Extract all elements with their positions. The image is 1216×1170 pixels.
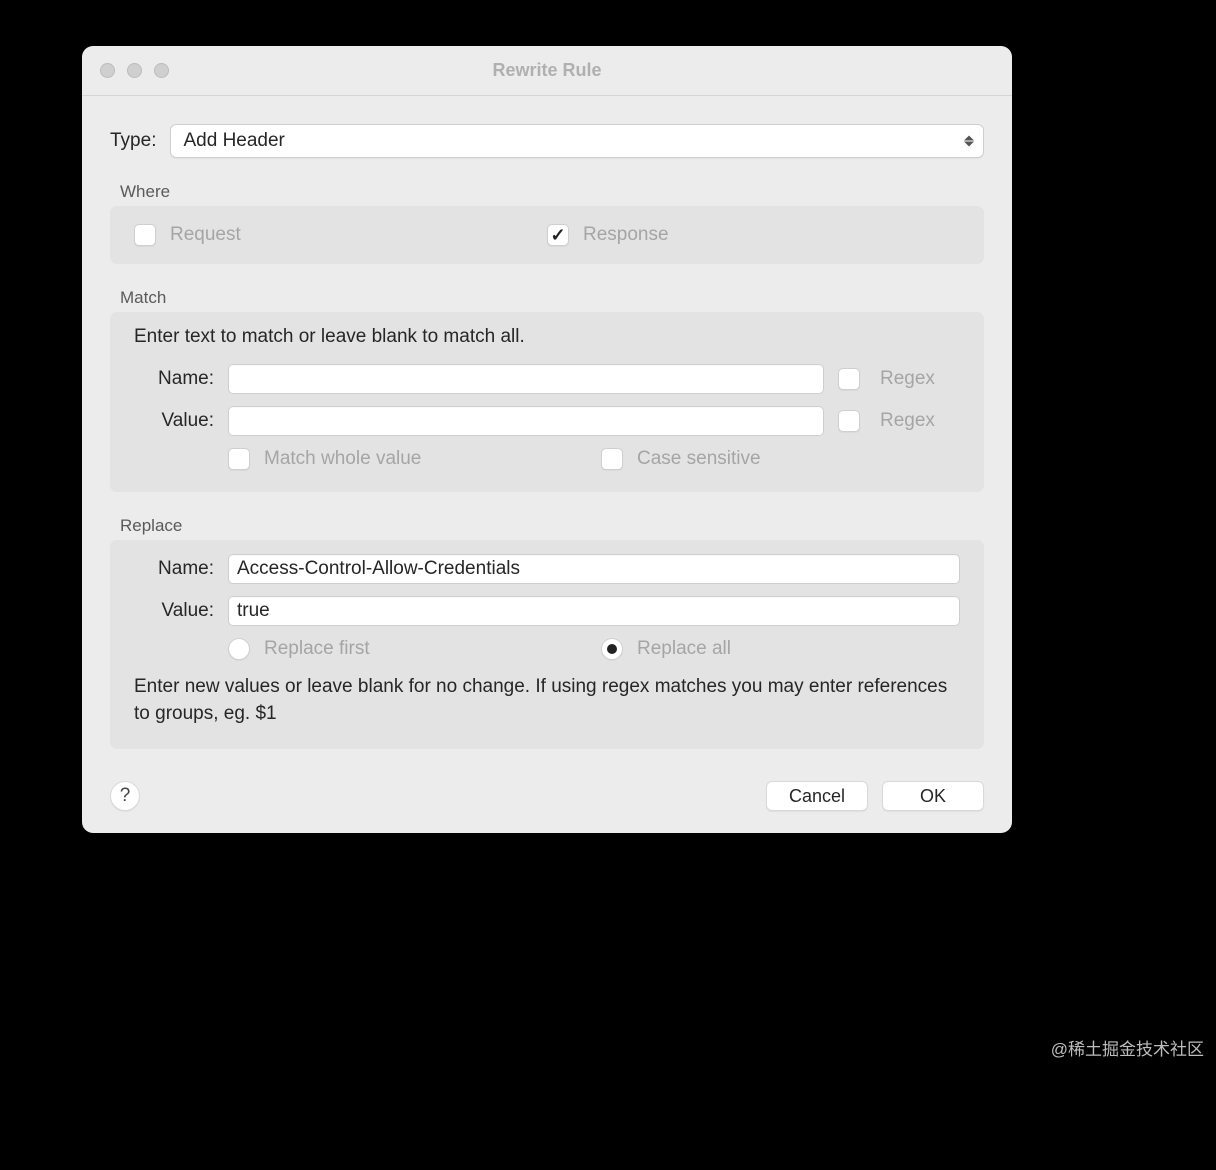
replace-name-label: Name: <box>134 558 214 580</box>
replace-all-option[interactable]: Replace all <box>601 638 960 660</box>
match-name-regex-label: Regex <box>880 368 960 390</box>
replace-value-label: Value: <box>134 600 214 622</box>
close-icon[interactable] <box>100 63 115 78</box>
match-value-regex-label: Regex <box>880 410 960 432</box>
dialog-content: Type: Add Header Where Request <box>82 96 1012 833</box>
match-section-label: Match <box>120 288 984 308</box>
where-group: Request Response <box>110 206 984 264</box>
replace-name-input[interactable] <box>228 554 960 584</box>
match-value-label: Value: <box>134 410 214 432</box>
window-title: Rewrite Rule <box>82 60 1012 81</box>
help-button[interactable]: ? <box>110 781 140 811</box>
type-label: Type: <box>110 130 156 152</box>
type-select-wrap: Add Header <box>170 124 984 158</box>
replace-first-option[interactable]: Replace first <box>228 638 587 660</box>
match-whole-option[interactable]: Match whole value <box>228 448 587 470</box>
where-request-option[interactable]: Request <box>134 224 547 246</box>
match-group: Enter text to match or leave blank to ma… <box>110 312 984 492</box>
replace-first-radio[interactable] <box>228 638 250 660</box>
response-label: Response <box>583 224 669 246</box>
replace-value-input[interactable] <box>228 596 960 626</box>
replace-hint: Enter new values or leave blank for no c… <box>134 674 960 727</box>
type-select-value: Add Header <box>183 130 284 152</box>
chevron-up-down-icon <box>964 136 974 147</box>
zoom-icon[interactable] <box>154 63 169 78</box>
match-value-regex-checkbox[interactable] <box>838 410 860 432</box>
replace-first-label: Replace first <box>264 638 370 660</box>
ok-button[interactable]: OK <box>882 781 984 811</box>
replace-section-label: Replace <box>120 516 984 536</box>
match-name-input[interactable] <box>228 364 824 394</box>
traffic-lights <box>82 63 169 78</box>
match-whole-label: Match whole value <box>264 448 421 470</box>
dialog-window: Rewrite Rule Type: Add Header Where Requ… <box>82 46 1012 833</box>
replace-group: Name: Value: Replace first Replace all E… <box>110 540 984 749</box>
match-value-input[interactable] <box>228 406 824 436</box>
watermark: @稀土掘金技术社区 <box>1051 1035 1204 1060</box>
type-row: Type: Add Header <box>110 124 984 158</box>
cancel-button[interactable]: Cancel <box>766 781 868 811</box>
match-case-label: Case sensitive <box>637 448 761 470</box>
replace-all-label: Replace all <box>637 638 731 660</box>
where-section-label: Where <box>120 182 984 202</box>
where-response-option[interactable]: Response <box>547 224 960 246</box>
request-label: Request <box>170 224 241 246</box>
match-case-checkbox[interactable] <box>601 448 623 470</box>
replace-all-radio[interactable] <box>601 638 623 660</box>
type-select[interactable]: Add Header <box>170 124 984 158</box>
response-checkbox[interactable] <box>547 224 569 246</box>
match-name-label: Name: <box>134 368 214 390</box>
titlebar: Rewrite Rule <box>82 46 1012 96</box>
minimize-icon[interactable] <box>127 63 142 78</box>
match-whole-checkbox[interactable] <box>228 448 250 470</box>
match-hint: Enter text to match or leave blank to ma… <box>134 326 960 348</box>
match-case-option[interactable]: Case sensitive <box>601 448 960 470</box>
dialog-footer: ? Cancel OK <box>110 781 984 811</box>
request-checkbox[interactable] <box>134 224 156 246</box>
match-name-regex-checkbox[interactable] <box>838 368 860 390</box>
